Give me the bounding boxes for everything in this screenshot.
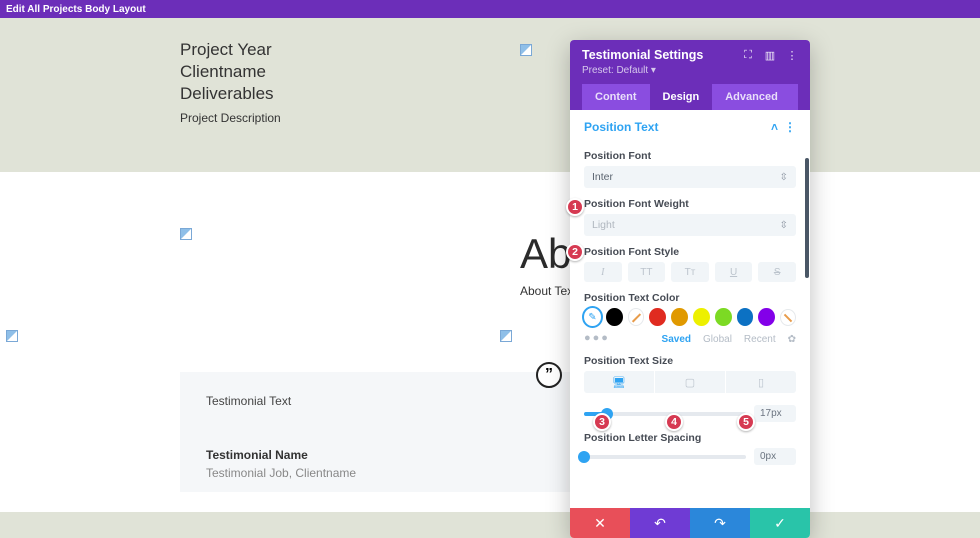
device-desktop[interactable]: 🖥 (584, 371, 655, 393)
desktop-icon: 🖥 (612, 376, 626, 389)
label-color: Position Text Color (584, 292, 796, 304)
color-swatch-none[interactable] (780, 309, 796, 326)
color-swatch[interactable] (693, 308, 710, 326)
quote-icon: ” (536, 362, 562, 388)
spacing-slider[interactable] (584, 455, 746, 459)
expand-icon[interactable]: ⛶ (742, 49, 754, 61)
annotation-badge-1: 1 (566, 198, 584, 216)
broken-image-icon (500, 330, 512, 342)
section-more-icon[interactable]: ⋮ (784, 120, 796, 134)
about-text: About Text (520, 284, 576, 298)
section-title: Position Text (584, 120, 658, 134)
settings-panel: Testimonial Settings ⛶ ▥ ⋮ Preset: Defau… (570, 40, 810, 538)
strike-button[interactable]: S (758, 262, 796, 282)
label-weight: Position Font Weight (584, 198, 796, 210)
color-row: ✎ (584, 308, 796, 326)
label-style: Position Font Style (584, 246, 796, 258)
gear-icon[interactable]: ✿ (788, 334, 796, 345)
annotation-badge-4: 4 (665, 413, 683, 431)
scope-global[interactable]: Global (703, 334, 732, 345)
uppercase-button[interactable]: TT (628, 262, 666, 282)
label-spacing: Position Letter Spacing (584, 432, 796, 444)
color-swatch[interactable] (737, 308, 754, 326)
color-swatch[interactable] (649, 308, 666, 326)
color-swatch[interactable] (758, 308, 775, 326)
color-picker-button[interactable]: ✎ (584, 308, 601, 326)
tab-content[interactable]: Content (582, 84, 650, 110)
font-select[interactable]: Inter ⇳ (584, 166, 796, 188)
save-button[interactable]: ✓ (750, 508, 810, 538)
label-font: Position Font (584, 150, 796, 162)
caret-icon: ⇳ (780, 220, 788, 231)
panel-header[interactable]: Testimonial Settings ⛶ ▥ ⋮ Preset: Defau… (570, 40, 810, 110)
annotation-badge-5: 5 (737, 413, 755, 431)
color-swatch-white[interactable] (628, 308, 645, 326)
color-swatch[interactable] (715, 308, 732, 326)
chevron-up-icon[interactable]: ˄ (771, 120, 778, 134)
panel-body: Position Text ˄ ⋮ Position Font Inter ⇳ … (570, 110, 810, 508)
project-block: Project Year Clientname Deliverables Pro… (180, 39, 281, 125)
preset-selector[interactable]: Preset: Default ▾ (582, 65, 798, 76)
color-swatch[interactable] (606, 308, 623, 326)
weight-select[interactable]: Light ⇳ (584, 214, 796, 236)
panel-footer: ✕ ↶ ↷ ✓ (570, 508, 810, 538)
tab-advanced[interactable]: Advanced (712, 84, 791, 110)
spacing-value[interactable]: 0px (754, 448, 796, 465)
project-client: Clientname (180, 61, 281, 83)
project-year: Project Year (180, 39, 281, 61)
more-icon[interactable]: ⋮ (786, 49, 798, 61)
scope-saved[interactable]: Saved (662, 334, 691, 345)
color-swatch[interactable] (671, 308, 688, 326)
underline-button[interactable]: U (715, 262, 753, 282)
columns-icon[interactable]: ▥ (764, 49, 776, 61)
phone-icon: ▯ (758, 376, 764, 389)
italic-button[interactable]: I (584, 262, 622, 282)
panel-tabs: Content Design Advanced (582, 84, 798, 110)
smallcaps-button[interactable]: Tᴛ (671, 262, 709, 282)
top-bar: Edit All Projects Body Layout (0, 0, 980, 18)
size-value[interactable]: 17px (754, 405, 796, 422)
project-deliverables: Deliverables (180, 83, 281, 105)
cancel-button[interactable]: ✕ (570, 508, 630, 538)
annotation-badge-3: 3 (593, 413, 611, 431)
scrollbar[interactable] (805, 158, 809, 278)
canvas: Project Year Clientname Deliverables Pro… (0, 18, 980, 521)
broken-image-icon (180, 228, 192, 240)
broken-image-icon (6, 330, 18, 342)
tab-design[interactable]: Design (650, 84, 713, 110)
redo-button[interactable]: ↷ (690, 508, 750, 538)
tablet-icon: ▢ (685, 376, 695, 389)
weight-value: Light (592, 219, 615, 231)
undo-button[interactable]: ↶ (630, 508, 690, 538)
panel-title: Testimonial Settings (582, 48, 703, 62)
size-slider-row: 17px (584, 405, 796, 422)
device-phone[interactable]: ▯ (726, 371, 796, 393)
device-row: 🖥 ▢ ▯ (584, 371, 796, 393)
scope-recent[interactable]: Recent (744, 334, 776, 345)
white-section: About About Text Testimonial Text Testim… (0, 172, 980, 512)
spacing-slider-row: 0px (584, 448, 796, 465)
topbar-title: Edit All Projects Body Layout (6, 4, 146, 15)
annotation-badge-2: 2 (566, 243, 584, 261)
label-size: Position Text Size (584, 355, 796, 367)
font-style-row: I TT Tᴛ U S (584, 262, 796, 282)
project-description: Project Description (180, 111, 281, 125)
color-scope-row: Saved Global Recent ✿ (584, 334, 796, 345)
device-tablet[interactable]: ▢ (655, 371, 726, 393)
font-value: Inter (592, 171, 613, 183)
section-header[interactable]: Position Text ˄ ⋮ (584, 120, 796, 140)
broken-image-icon (520, 44, 532, 56)
caret-icon: ⇳ (780, 172, 788, 183)
slider-knob[interactable] (578, 451, 590, 463)
